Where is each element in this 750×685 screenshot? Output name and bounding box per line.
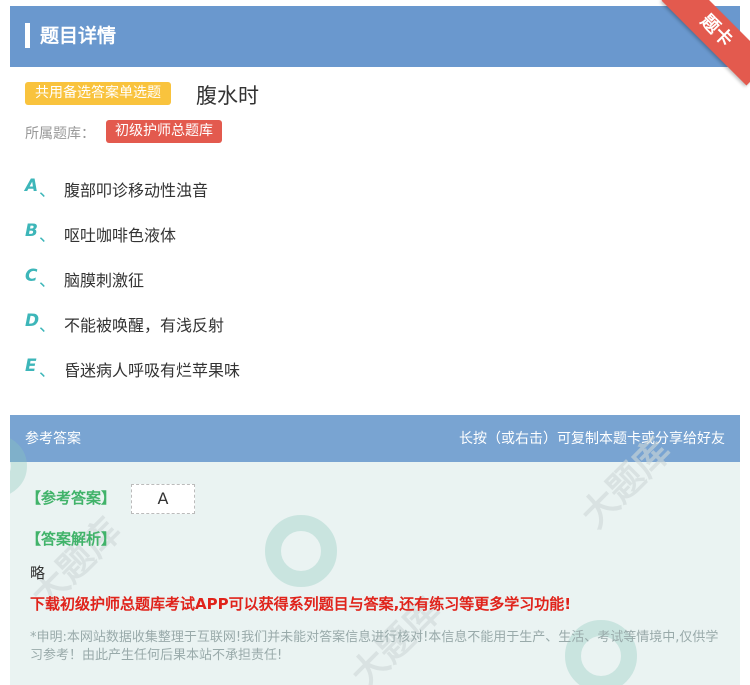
option-text: 昏迷病人呼吸有烂苹果味 (64, 361, 241, 380)
option-separator: 、 (39, 361, 56, 381)
page-header: 题目详情 (10, 6, 740, 67)
option-letter: E (25, 356, 37, 376)
watermark-logo-icon (265, 515, 337, 587)
option-separator: 、 (39, 316, 56, 336)
bank-tag[interactable]: 初级护师总题库 (106, 120, 222, 143)
option-letter: C (25, 266, 38, 286)
option-separator: 、 (39, 181, 56, 201)
disclaimer-text: *申明:本网站数据收集整理于互联网!我们并未能对答案信息进行核对!本信息不能用于… (30, 630, 719, 663)
bank-label: 所属题库： (25, 126, 95, 142)
explanation-text: 略 (30, 564, 46, 582)
option-separator: 、 (39, 226, 56, 246)
app-promo-text[interactable]: 下载初级护师总题库考试APP可以获得系列题目与答案,还有练习等更多学习功能! (30, 593, 571, 614)
option-text: 不能被唤醒，有浅反射 (64, 316, 225, 335)
option-text: 呕吐咖啡色液体 (64, 226, 177, 245)
option-letter: D (25, 311, 40, 331)
answer-panel[interactable]: 参考答案 长按（或右击）可复制本题卡或分享给好友 大题库 大题库 大题库 【参考… (10, 415, 740, 685)
answer-value: A (131, 484, 195, 514)
option-text: 腹部叩诊移动性浊音 (64, 181, 209, 200)
header-accent-bar (25, 23, 30, 48)
question-type-tag: 共用备选答案单选题 (25, 82, 171, 105)
option-text: 脑膜刺激征 (64, 271, 145, 290)
explanation-label: 【答案解析】 (26, 530, 117, 548)
answer-panel-title: 参考答案 (25, 431, 81, 447)
page-title: 题目详情 (40, 25, 117, 47)
answer-panel-hint: 长按（或右击）可复制本题卡或分享给好友 (459, 431, 725, 447)
option-letter: A (25, 176, 39, 196)
option-letter: B (25, 221, 38, 241)
answer-label: 【参考答案】 (26, 489, 117, 507)
option-separator: 、 (39, 271, 56, 291)
question-text: 腹水时 (196, 84, 259, 108)
